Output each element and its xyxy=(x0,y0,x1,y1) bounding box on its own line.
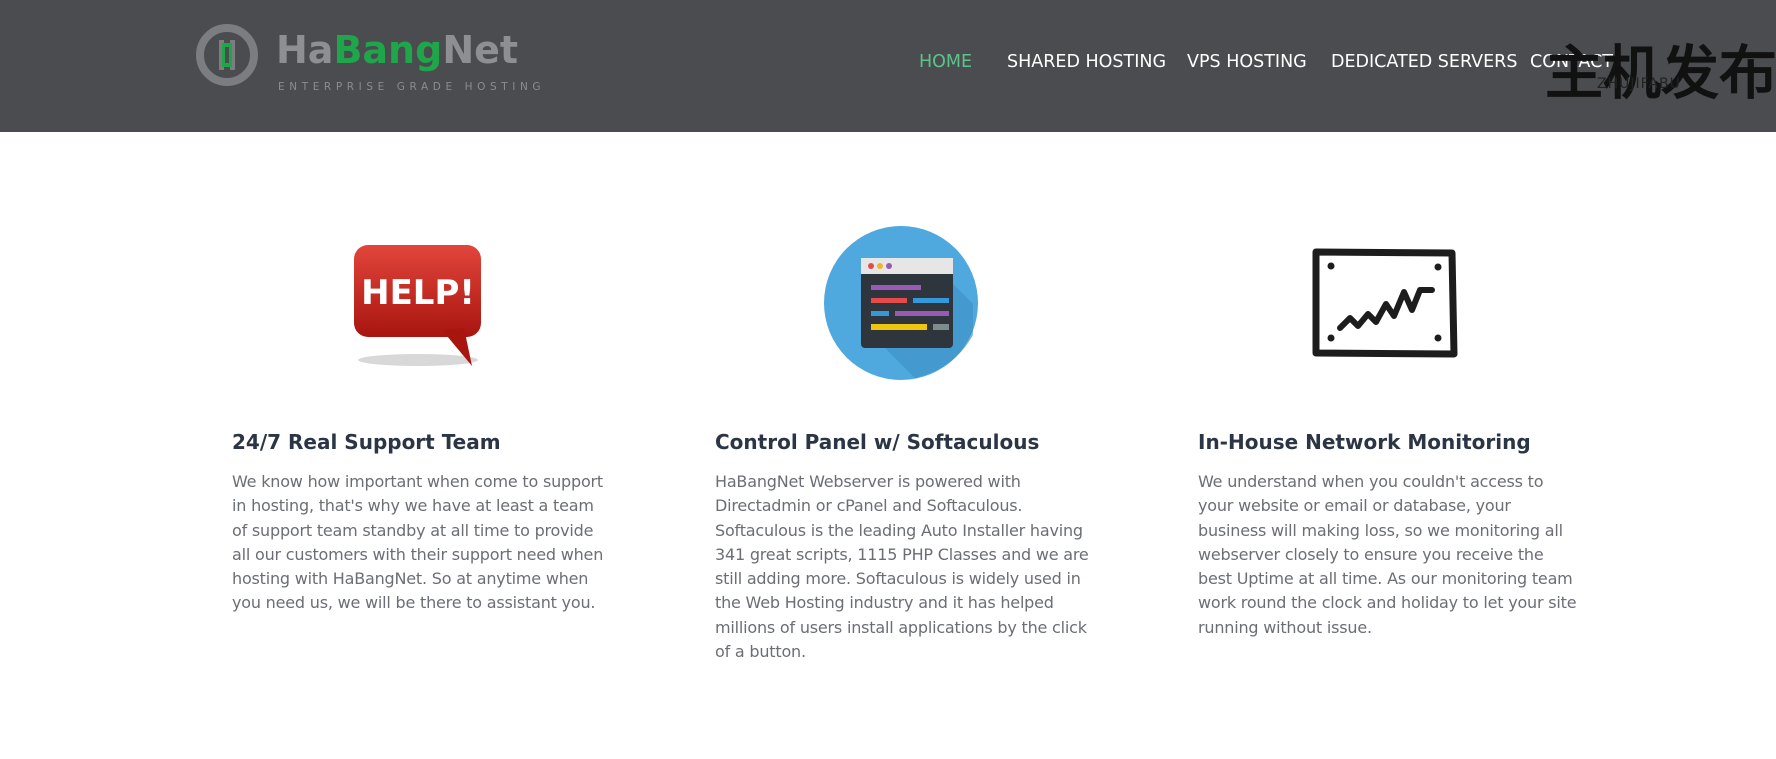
watermark: 主机发布 ZHUJIFABU xyxy=(1545,26,1776,107)
watermark-en-text: ZHUJIFABU xyxy=(1597,76,1681,92)
nav-item-dedicated-servers[interactable]: DEDICATED SERVERS xyxy=(1331,52,1517,72)
control-panel-icon xyxy=(715,210,1095,390)
feature-body: We know how important when come to suppo… xyxy=(232,472,604,613)
logo-word-net: Net xyxy=(442,28,519,72)
nav-item-vps-hosting[interactable]: VPS HOSTING xyxy=(1187,52,1307,72)
nav-item-shared-hosting[interactable]: SHARED HOSTING xyxy=(1007,52,1166,72)
logo-mark-icon xyxy=(196,24,258,86)
help-bubble-text: HELP! xyxy=(361,273,475,313)
feature-body: HaBangNet Webserver is powered with Dire… xyxy=(715,472,1089,662)
nav-item-home[interactable]: HOME xyxy=(919,52,972,72)
header-bar: HaBangNet ENTERPRISE GRADE HOSTING HOME … xyxy=(0,0,1776,132)
logo-wordmark: HaBangNet xyxy=(276,28,518,72)
watermark-en: ZHUJIFABU xyxy=(1597,76,1681,92)
feature-title: 24/7 Real Support Team xyxy=(232,430,501,454)
monitoring-chart-icon xyxy=(1198,210,1578,390)
logo-tagline: ENTERPRISE GRADE HOSTING xyxy=(278,81,546,93)
habangnet-logo[interactable]: HaBangNet ENTERPRISE GRADE HOSTING xyxy=(196,22,541,102)
logo-word-bang: Bang xyxy=(333,28,443,72)
feature-title: Control Panel w/ Softaculous xyxy=(715,430,1040,454)
feature-body: We understand when you couldn't access t… xyxy=(1198,472,1577,637)
help-bubble-icon: HELP! xyxy=(232,210,612,390)
watermark-cn: 主机发布 xyxy=(1545,39,1776,107)
logo-word-ha: Ha xyxy=(276,28,334,72)
feature-title: In-House Network Monitoring xyxy=(1198,430,1531,454)
